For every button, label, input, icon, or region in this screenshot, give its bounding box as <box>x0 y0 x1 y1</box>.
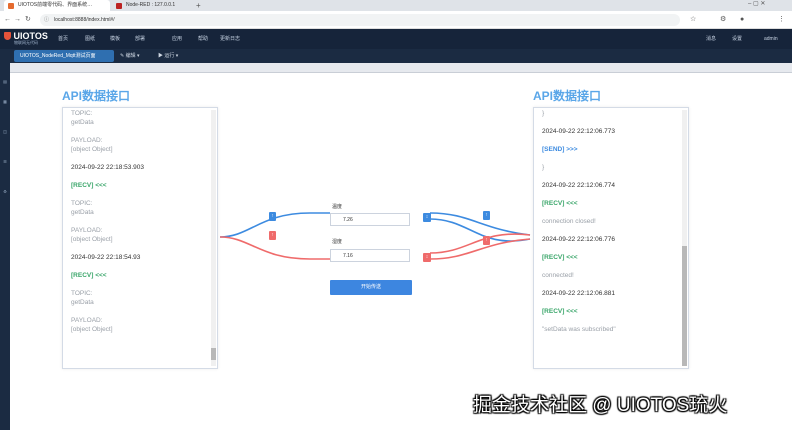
field2-input[interactable]: 7.16 <box>330 249 410 262</box>
lock-icon: ⓘ <box>44 17 50 23</box>
wire-red-left <box>219 236 330 260</box>
wire-node-blue-2[interactable]: ↑ <box>483 211 490 220</box>
watermark: 掘金技术社区 @ UIOTOS琉火 <box>473 395 728 416</box>
run-mode-button[interactable]: ▶ 运行 ▾ <box>158 49 178 63</box>
browser-tab-1-label: UIOTOS前端零代码、界面系统… <box>18 2 93 8</box>
browser-tab-1[interactable]: UIOTOS前端零代码、界面系统… <box>4 0 110 11</box>
field2-label: 湿度 <box>332 239 343 245</box>
menu-icon[interactable]: ⋮ <box>778 15 785 25</box>
wire-node-red-1[interactable]: ↑ <box>269 231 276 240</box>
edit-mode-button[interactable]: ✎ 编辑 ▾ <box>120 49 140 63</box>
menu-help[interactable]: 帮助 <box>198 29 208 49</box>
field2-value: 7.16 <box>343 253 353 259</box>
user-menu[interactable]: admin <box>764 29 778 49</box>
edit-mode-label: 编辑 <box>125 53 136 59</box>
wire-node-red-3[interactable]: ↕ <box>423 253 431 262</box>
wire-red-right-1 <box>429 233 531 254</box>
sidebar-pages-icon[interactable]: ▤ <box>1 79 9 85</box>
extensions-icon[interactable]: ⚙ <box>720 15 726 25</box>
nodered-favicon-icon <box>116 3 122 9</box>
sidebar-data-icon[interactable]: ◫ <box>1 129 9 135</box>
profile-icon[interactable]: ● <box>740 15 744 25</box>
app-logo[interactable]: UIOTOS 物联网无代码 <box>4 31 48 46</box>
left-sidebar: ▤ ▦ ◫ ☰ ⚙ <box>0 49 10 430</box>
url-text: localhost:8888/index.html#/ <box>54 17 115 23</box>
start-send-button[interactable]: 开始传送 <box>330 280 412 295</box>
wire-node-red-2[interactable]: ↑ <box>483 236 490 245</box>
window-controls-icon[interactable]: – ▢ ✕ <box>748 0 765 7</box>
forward-icon[interactable]: → <box>14 15 21 25</box>
field1-value: 7.26 <box>343 217 353 223</box>
menu-settings[interactable]: 设置 <box>732 29 742 49</box>
logo-shield-icon <box>4 32 11 40</box>
reload-icon[interactable]: ↻ <box>25 15 31 25</box>
browser-tab-2[interactable]: Node-RED : 127.0.0.1 <box>112 0 192 11</box>
menu-templates[interactable]: 模板 <box>110 29 120 49</box>
file-tab-label: UIOTOS_NodeRed_Mqtt测试页面 <box>20 53 96 59</box>
menu-apps[interactable]: 应用 <box>172 29 182 49</box>
uiotos-favicon-icon <box>8 3 14 9</box>
back-icon[interactable]: ← <box>4 15 11 25</box>
browser-tabbar: UIOTOS前端零代码、界面系统… Node-RED : 127.0.0.1 +… <box>0 0 792 11</box>
address-bar: ← → ↻ ⓘ localhost:8888/index.html#/ ☆ ⚙ … <box>0 11 792 29</box>
menu-drawings[interactable]: 图纸 <box>85 29 95 49</box>
run-mode-label: 运行 <box>164 53 175 59</box>
menu-messages[interactable]: 消息 <box>706 29 716 49</box>
wire-node-blue-1[interactable]: ↑ <box>269 212 276 221</box>
sidebar-components-icon[interactable]: ▦ <box>1 99 9 105</box>
url-input[interactable]: ⓘ localhost:8888/index.html#/ <box>40 14 680 26</box>
menu-deploy[interactable]: 部署 <box>135 29 145 49</box>
menu-home[interactable]: 首页 <box>58 29 68 49</box>
wire-blue-right-1 <box>429 212 531 236</box>
editor-toolbar <box>0 49 792 63</box>
horizontal-ruler <box>10 63 792 73</box>
file-tab[interactable]: UIOTOS_NodeRed_Mqtt测试页面 <box>14 50 114 62</box>
field1-input[interactable]: 7.26 <box>330 213 410 226</box>
browser-tab-2-label: Node-RED : 127.0.0.1 <box>126 2 176 8</box>
app-header: UIOTOS 物联网无代码 首页 图纸 模板 部署 应用 帮助 更新日志 消息 … <box>0 29 792 49</box>
sidebar-settings-icon[interactable]: ⚙ <box>1 189 9 195</box>
field1-label: 温度 <box>332 204 343 210</box>
wire-red-right-2 <box>429 238 531 260</box>
new-tab-icon[interactable]: + <box>196 1 201 10</box>
bookmark-star-icon[interactable]: ☆ <box>690 15 696 25</box>
sidebar-layers-icon[interactable]: ☰ <box>1 159 9 165</box>
menu-changelog[interactable]: 更新日志 <box>220 29 240 49</box>
design-canvas: API数据接口 TOPIC: getData PAYLOAD: [object Obj… <box>10 73 792 430</box>
wire-node-blue-3[interactable]: ↕ <box>423 213 431 222</box>
